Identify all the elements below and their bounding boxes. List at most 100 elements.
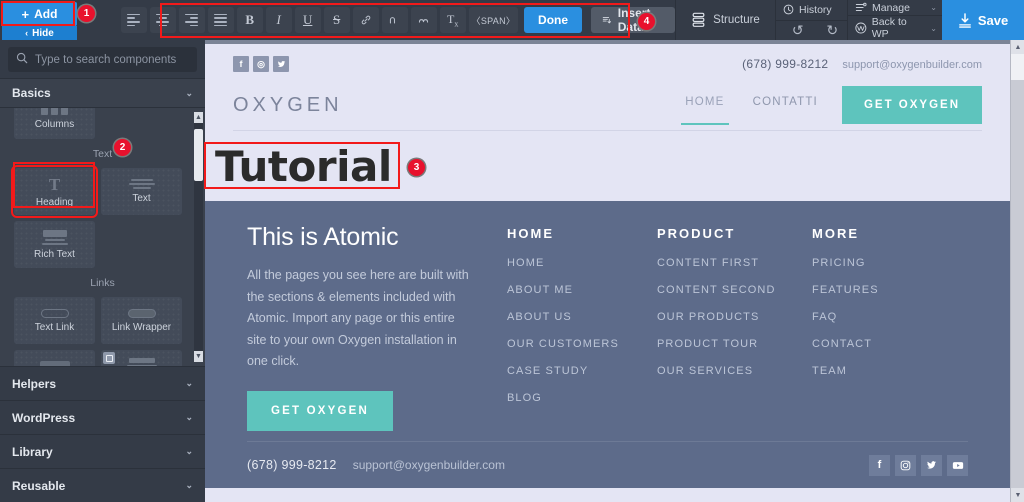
sidebar-scrollbar[interactable]: ▲ ▼: [194, 112, 203, 362]
footer-link[interactable]: PRODUCT TOUR: [657, 338, 812, 350]
top-toolbar: + Add ‹ Hide B I U S Tx 〈SPAN〉 Done Inse…: [0, 0, 1024, 40]
annotation-badge-1: 1: [78, 5, 95, 22]
header-phone[interactable]: (678) 999-8212: [742, 57, 828, 71]
back-to-wp-button[interactable]: Back to WP ⌄: [848, 16, 942, 40]
strikethrough-button[interactable]: S: [323, 7, 350, 33]
done-button[interactable]: Done: [524, 7, 583, 33]
footer-link[interactable]: CONTENT FIRST: [657, 257, 812, 269]
accordion-wordpress[interactable]: WordPress ⌄: [0, 400, 205, 434]
header-contact: (678) 999-8212 support@oxygenbuilder.com: [742, 57, 982, 71]
instagram-icon[interactable]: ◎: [253, 56, 269, 72]
component-label: Text Link: [34, 321, 75, 333]
underline-button[interactable]: U: [294, 7, 321, 33]
search-input[interactable]: [35, 53, 189, 66]
link-wrapper-icon: [127, 308, 156, 318]
component-heading[interactable]: T Heading: [11, 165, 98, 218]
save-icon: [958, 12, 971, 28]
youtube-icon[interactable]: [947, 454, 968, 476]
redo-history-button[interactable]: ↻: [818, 22, 848, 39]
footer-link[interactable]: CONTACT: [812, 338, 962, 350]
accordion-library[interactable]: Library ⌄: [0, 434, 205, 468]
twitter-icon[interactable]: [921, 454, 942, 476]
hide-button[interactable]: ‹ Hide: [2, 26, 77, 40]
header-cta-button[interactable]: GET OXYGEN: [841, 86, 982, 124]
nav-item-contatti[interactable]: CONTATTI: [739, 86, 832, 124]
annotation-badge-4: 4: [638, 13, 655, 30]
strikethrough-icon: S: [333, 12, 341, 27]
footer-link[interactable]: TEAM: [812, 365, 962, 377]
facebook-icon[interactable]: f: [869, 454, 890, 476]
save-button[interactable]: Save: [942, 0, 1024, 40]
add-button[interactable]: + Add: [2, 2, 77, 26]
footer-link[interactable]: CASE STUDY: [507, 365, 657, 377]
footer-email[interactable]: support@oxygenbuilder.com: [353, 458, 505, 472]
footer-link[interactable]: OUR PRODUCTS: [657, 311, 812, 323]
page-title[interactable]: Tutorial: [215, 144, 392, 189]
footer-link[interactable]: FAQ: [812, 311, 962, 323]
accordion-label: Reusable: [12, 478, 66, 493]
clear-formatting-button[interactable]: Tx: [439, 7, 466, 33]
footer-link[interactable]: FEATURES: [812, 284, 962, 296]
link-button[interactable]: [352, 7, 379, 33]
redo-button[interactable]: [410, 7, 437, 33]
toolbar-left-panel: + Add ‹ Hide: [0, 0, 113, 40]
header-top-row: f ◎ (678) 999-8212 support@oxygenbuilder…: [233, 56, 982, 72]
manage-button[interactable]: Manage ⌄: [848, 0, 942, 16]
hide-button-label: Hide: [32, 27, 54, 39]
footer-link[interactable]: BLOG: [507, 392, 657, 404]
accordion-helpers[interactable]: Helpers ⌄: [0, 366, 205, 400]
component-link-wrapper[interactable]: Link Wrapper: [101, 297, 182, 344]
align-justify-icon[interactable]: [207, 7, 234, 33]
twitter-icon[interactable]: [273, 56, 289, 72]
component-text-link[interactable]: Text Link: [14, 297, 95, 344]
bold-button[interactable]: B: [236, 7, 263, 33]
scrollbar-thumb[interactable]: [194, 129, 203, 181]
facebook-icon[interactable]: f: [233, 56, 249, 72]
scroll-down-icon[interactable]: ▼: [194, 351, 203, 362]
align-center-icon[interactable]: [149, 7, 176, 33]
structure-label: Structure: [713, 14, 760, 26]
footer-promo-title: This is Atomic: [247, 223, 399, 252]
canvas-scroll-up-icon[interactable]: ▲: [1011, 40, 1024, 54]
canvas-scrollbar[interactable]: ▲ ▼: [1010, 40, 1024, 502]
footer-cta-button[interactable]: GET OXYGEN: [247, 390, 394, 431]
chevron-left-icon: ‹: [25, 28, 29, 38]
footer-link[interactable]: OUR SERVICES: [657, 365, 812, 377]
components-sidebar: Basics ⌄ Columns Text T Heading: [0, 40, 205, 502]
chevron-down-icon: ⌄: [930, 3, 937, 12]
align-right-icon[interactable]: [178, 7, 205, 33]
footer-phone[interactable]: (678) 999-8212: [247, 458, 337, 472]
footer-link[interactable]: CONTENT SECOND: [657, 284, 812, 296]
canvas-scrollbar-thumb[interactable]: [1011, 54, 1024, 80]
component-rich-text[interactable]: Rich Text: [14, 221, 95, 268]
component-text[interactable]: Text: [101, 168, 182, 215]
component-dropdown-button[interactable]: Dropdown Button: [101, 350, 182, 366]
history-button[interactable]: History: [776, 0, 847, 21]
header-email[interactable]: support@oxygenbuilder.com: [842, 59, 982, 71]
footer-promo: This is Atomic All the pages you see her…: [247, 223, 507, 431]
scroll-up-icon[interactable]: ▲: [194, 112, 203, 123]
instagram-icon[interactable]: [895, 454, 916, 476]
italic-button[interactable]: I: [265, 7, 292, 33]
footer-column-title: PRODUCT: [657, 226, 736, 242]
insert-data-button[interactable]: Insert Data: [591, 6, 675, 34]
pro-badge-icon: [103, 352, 115, 364]
footer-link[interactable]: PRICING: [812, 257, 962, 269]
undo-button[interactable]: [381, 7, 408, 33]
accordion-basics[interactable]: Basics ⌄: [0, 78, 205, 108]
align-left-icon[interactable]: [120, 7, 147, 33]
footer-link[interactable]: OUR CUSTOMERS: [507, 338, 657, 350]
footer-link[interactable]: ABOUT US: [507, 311, 657, 323]
footer-link[interactable]: HOME: [507, 257, 657, 269]
span-button[interactable]: 〈SPAN〉: [468, 7, 519, 33]
structure-button[interactable]: Structure: [675, 0, 775, 40]
site-logo[interactable]: OXYGEN: [233, 94, 343, 117]
canvas-scroll-down-icon[interactable]: ▼: [1011, 488, 1024, 502]
search-box[interactable]: [8, 47, 197, 72]
component-button[interactable]: Button: [14, 350, 95, 366]
component-columns[interactable]: Columns: [14, 108, 95, 139]
footer-link[interactable]: ABOUT ME: [507, 284, 657, 296]
undo-history-button[interactable]: ↺: [783, 22, 813, 39]
nav-item-home[interactable]: HOME: [671, 86, 738, 125]
accordion-reusable[interactable]: Reusable ⌄: [0, 468, 205, 502]
